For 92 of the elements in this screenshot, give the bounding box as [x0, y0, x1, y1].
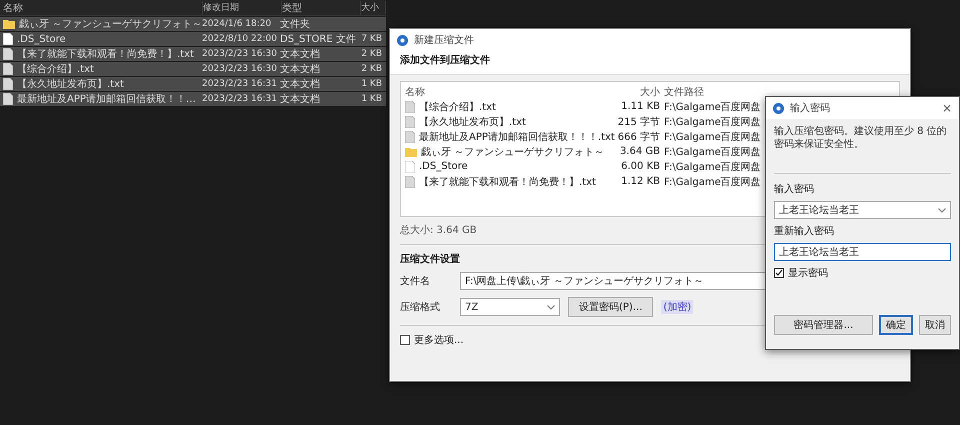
file-type: 文本文档	[280, 78, 321, 91]
file-row[interactable]: 戯ぃ牙 ～ファンシューゲサクリフォト～2024/1/6 18:20 文件夹	[0, 17, 386, 31]
document-icon	[3, 48, 13, 60]
file-row[interactable]: 最新地址及APP请加邮箱回信获取！！… 2023/2/23 16:31 文本文档 1 KB	[0, 92, 386, 106]
document-icon	[3, 93, 13, 105]
file-name: 戯ぃ牙 ～ファンシューゲサクリフォト～	[19, 18, 202, 31]
modified-date: 2022/8/10 22:00	[202, 34, 278, 44]
file-name: 戯ぃ牙 ～ファンシューゲサクリフォト～	[421, 146, 604, 158]
file-name: 【永久地址发布页】.txt	[17, 78, 124, 91]
file-name: .DS_Store	[17, 34, 66, 44]
file-path: F:\Galgame百度网盘	[664, 130, 762, 144]
document-icon	[3, 33, 13, 45]
checkbox[interactable]	[774, 268, 784, 278]
file-name: 最新地址及APP请加邮箱回信获取！！！.txt	[419, 130, 615, 144]
document-icon	[3, 63, 13, 75]
set-password-button[interactable]: 设置密码(P)...	[568, 297, 654, 317]
column-header[interactable]: 文件路径	[664, 84, 768, 98]
section-title: 添加文件到压缩文件	[400, 55, 490, 66]
document-icon	[405, 116, 415, 128]
file-size: 6.00 KB	[620, 161, 660, 172]
encryption-link[interactable]: (加密)	[661, 300, 694, 314]
file-path: F:\Galgame百度网盘	[664, 146, 762, 158]
checkbox[interactable]	[400, 335, 410, 345]
hint-text: 输入压缩包密码。建议使用至少 8 位的密码来保证安全性。	[774, 125, 948, 152]
file-path: F:\Galgame百度网盘	[664, 100, 762, 114]
file-size: 7 KB	[360, 34, 382, 44]
file-size: 2 KB	[360, 64, 382, 74]
field-label: 输入密码	[774, 182, 814, 196]
file-name: 【综合介绍】.txt	[419, 100, 496, 114]
document-icon	[405, 130, 415, 142]
file-size: 3.64 GB	[618, 146, 660, 157]
column-header[interactable]: 类型	[282, 0, 361, 14]
modified-date: 2023/2/23 16:30	[202, 49, 278, 59]
document-icon	[405, 100, 415, 112]
file-size: 1.12 KB	[620, 176, 660, 187]
chevron-down-icon	[547, 305, 555, 310]
file-size: 666 字节	[616, 130, 660, 144]
chevron-down-icon	[938, 208, 946, 213]
file-size: 215 字节	[616, 116, 660, 128]
field-label: 压缩格式	[400, 300, 441, 314]
modified-date: 2023/2/23 16:31	[202, 79, 278, 89]
file-type: 文本文档	[280, 62, 321, 76]
format-dropdown[interactable]: 7Z	[460, 298, 560, 316]
file-size: 1.11 KB	[620, 101, 660, 112]
password-field[interactable]: 上老王论坛当老王	[774, 201, 951, 219]
folder-icon	[405, 146, 417, 156]
modified-date: 2024/1/6 18:20	[202, 19, 272, 29]
document-icon	[3, 78, 13, 90]
column-header[interactable]: 大小	[614, 84, 660, 98]
window-title: 新建压缩文件	[414, 34, 474, 47]
file-row[interactable]: .DS_Store 2022/8/10 22:00 DS_STORE 文件 7 KB	[0, 32, 386, 46]
file-type: 文本文档	[280, 92, 321, 106]
file-path: F:\Galgame百度网盘	[664, 176, 762, 188]
file-type: 文件夹	[280, 18, 311, 31]
column-header[interactable]: 修改日期	[203, 1, 282, 14]
file-row[interactable]: 【来了就能下载和观看！尚免费！】.txt 2023/2/23 16:30 文本文档 2 KB	[0, 47, 386, 61]
file-type: DS_STORE 文件	[280, 32, 357, 46]
dialog-button[interactable]: 密码管理器...	[774, 315, 873, 335]
dialog-button[interactable]: 确定	[879, 315, 913, 335]
file-size: 1 KB	[360, 94, 382, 104]
password-field[interactable]: 上老王论坛当老王	[774, 243, 951, 261]
file-type: 文本文档	[280, 48, 321, 61]
field-label: 重新输入密码	[774, 224, 834, 238]
window-title: 输入密码	[790, 102, 830, 115]
checkbox-label[interactable]: 更多选项...	[414, 333, 464, 347]
close-button[interactable]: ×	[942, 101, 952, 115]
dialog-button[interactable]: 取消	[919, 315, 951, 335]
column-header[interactable]: 名称	[405, 84, 610, 98]
file-size: 2 KB	[360, 49, 382, 59]
file-name: 最新地址及APP请加邮箱回信获取！！…	[17, 92, 196, 106]
modified-date: 2023/2/23 16:31	[202, 94, 278, 104]
field-label: 文件名	[400, 274, 431, 288]
total-size: 总大小: 3.64 GB	[400, 224, 477, 237]
app-icon	[397, 34, 408, 46]
document-icon	[405, 176, 415, 188]
modified-date: 2023/2/23 16:30	[202, 64, 278, 74]
folder-icon	[3, 19, 15, 29]
file-path: F:\Galgame百度网盘	[664, 160, 762, 174]
file-size: 1 KB	[360, 79, 382, 89]
file-name: 【来了就能下载和观看！尚免费！】.txt	[419, 176, 596, 188]
file-row[interactable]: 【综合介绍】.txt 2023/2/23 16:30 文本文档 2 KB	[0, 62, 386, 76]
column-header[interactable]: 名称	[3, 0, 203, 14]
file-row[interactable]: 【永久地址发布页】.txt 2023/2/23 16:31 文本文档 1 KB	[0, 77, 386, 91]
file-path: F:\Galgame百度网盘	[664, 116, 762, 128]
column-header[interactable]: 大小	[361, 1, 386, 14]
file-name: 【永久地址发布页】.txt	[419, 116, 526, 128]
section-title: 压缩文件设置	[400, 252, 460, 266]
app-icon	[773, 102, 784, 114]
file-name: 【综合介绍】.txt	[17, 62, 94, 76]
document-icon	[405, 160, 415, 172]
file-name: .DS_Store	[419, 161, 468, 172]
file-name: 【来了就能下载和观看！尚免费！】.txt	[17, 48, 194, 61]
